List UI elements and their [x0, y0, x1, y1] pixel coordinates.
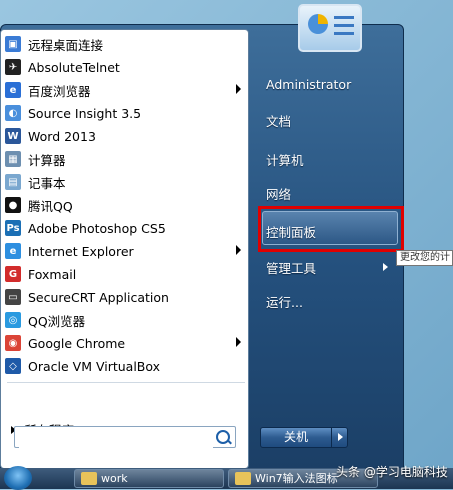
program-label: Oracle VM VirtualBox [28, 358, 161, 374]
program-label: QQ浏览器 [28, 313, 86, 329]
taskbar-label: work [101, 472, 128, 485]
word-icon: W [5, 128, 21, 144]
program-label: 腾讯QQ [28, 198, 73, 214]
search-icon[interactable] [216, 430, 230, 444]
right-item-documents[interactable]: 文档 [266, 111, 291, 130]
right-item-network[interactable]: 网络 [266, 184, 291, 203]
photoshop-icon: Ps [5, 220, 21, 236]
watermark: 头条 @学习电脑科技 [336, 465, 448, 479]
tooltip: 更改您的计 [396, 250, 453, 266]
telnet-icon: ✈ [5, 59, 21, 75]
program-label: AbsoluteTelnet [28, 59, 120, 75]
securecrt-icon: ▭ [5, 289, 21, 305]
program-item[interactable]: ◐ Source Insight 3.5 [5, 102, 247, 124]
program-label: Source Insight 3.5 [28, 105, 142, 121]
program-label: 记事本 [28, 175, 66, 191]
start-button[interactable] [4, 466, 32, 490]
taskbar-label: Win7输入法图标 [255, 472, 338, 485]
program-label: Word 2013 [28, 128, 96, 144]
admin-tools-chevron-icon [383, 263, 388, 271]
program-label: Foxmail [28, 266, 77, 282]
program-label: SecureCRT Application [28, 289, 169, 305]
programs-pane: ▣ 远程桌面连接 ✈ AbsoluteTelnet e 百度浏览器 ◐ Source Insi… [0, 29, 249, 469]
program-item[interactable]: ▭ SecureCRT Application [5, 286, 247, 308]
program-item[interactable]: ◎ QQ浏览器 [5, 309, 247, 331]
program-label: Adobe Photoshop CS5 [28, 220, 166, 236]
calculator-icon: ▦ [5, 151, 21, 167]
virtualbox-icon: ◇ [5, 358, 21, 374]
ie-icon: e [5, 243, 21, 259]
program-item[interactable]: e Internet Explorer [5, 240, 247, 262]
program-item[interactable]: ● 腾讯QQ [5, 194, 247, 216]
program-item[interactable]: ✈ AbsoluteTelnet [5, 56, 247, 78]
notepad-icon: ▤ [5, 174, 21, 190]
programs-separator [7, 382, 245, 383]
program-item[interactable]: G Foxmail [5, 263, 247, 285]
program-label: 百度浏览器 [28, 83, 91, 99]
user-picture-icon[interactable] [298, 4, 362, 52]
chevron-right-icon [236, 337, 241, 347]
right-item-computer[interactable]: 计算机 [266, 150, 304, 169]
folder-icon [235, 472, 251, 485]
foxmail-icon: G [5, 266, 21, 282]
program-item[interactable]: W Word 2013 [5, 125, 247, 147]
right-item-admin-tools[interactable]: 管理工具 [266, 258, 316, 277]
shutdown-options-arrow-icon[interactable] [332, 428, 347, 447]
program-label: Internet Explorer [28, 243, 134, 259]
shutdown-label: 关机 [261, 428, 332, 447]
program-item[interactable]: ◇ Oracle VM VirtualBox [5, 355, 247, 377]
program-item[interactable]: Ps Adobe Photoshop CS5 [5, 217, 247, 239]
program-item[interactable]: ▣ 远程桌面连接 [5, 33, 247, 55]
source-insight-icon: ◐ [5, 105, 21, 121]
chevron-right-icon [236, 245, 241, 255]
chevron-right-icon [236, 84, 241, 94]
qq-browser-icon: ◎ [5, 312, 21, 328]
shutdown-button[interactable]: 关机 [260, 427, 348, 448]
program-item[interactable]: e 百度浏览器 [5, 79, 247, 101]
right-item-administrator[interactable]: Administrator [266, 77, 351, 92]
program-item[interactable]: ▤ 记事本 [5, 171, 247, 193]
taskbar-button-work[interactable]: work [74, 469, 224, 488]
baidu-browser-icon: e [5, 82, 21, 98]
search-input[interactable] [19, 428, 213, 448]
program-label: 计算器 [28, 152, 66, 168]
program-item[interactable]: ◉ Google Chrome [5, 332, 247, 354]
program-item[interactable]: ▦ 计算器 [5, 148, 247, 170]
remote-desktop-icon: ▣ [5, 36, 21, 52]
search-box[interactable] [14, 426, 236, 448]
chrome-icon: ◉ [5, 335, 21, 351]
folder-icon [81, 472, 97, 485]
qq-icon: ● [5, 197, 21, 213]
right-item-control-panel[interactable]: 控制面板 [266, 222, 316, 241]
program-label: Google Chrome [28, 335, 126, 351]
program-label: 远程桌面连接 [28, 37, 104, 53]
right-item-run[interactable]: 运行... [266, 292, 303, 311]
